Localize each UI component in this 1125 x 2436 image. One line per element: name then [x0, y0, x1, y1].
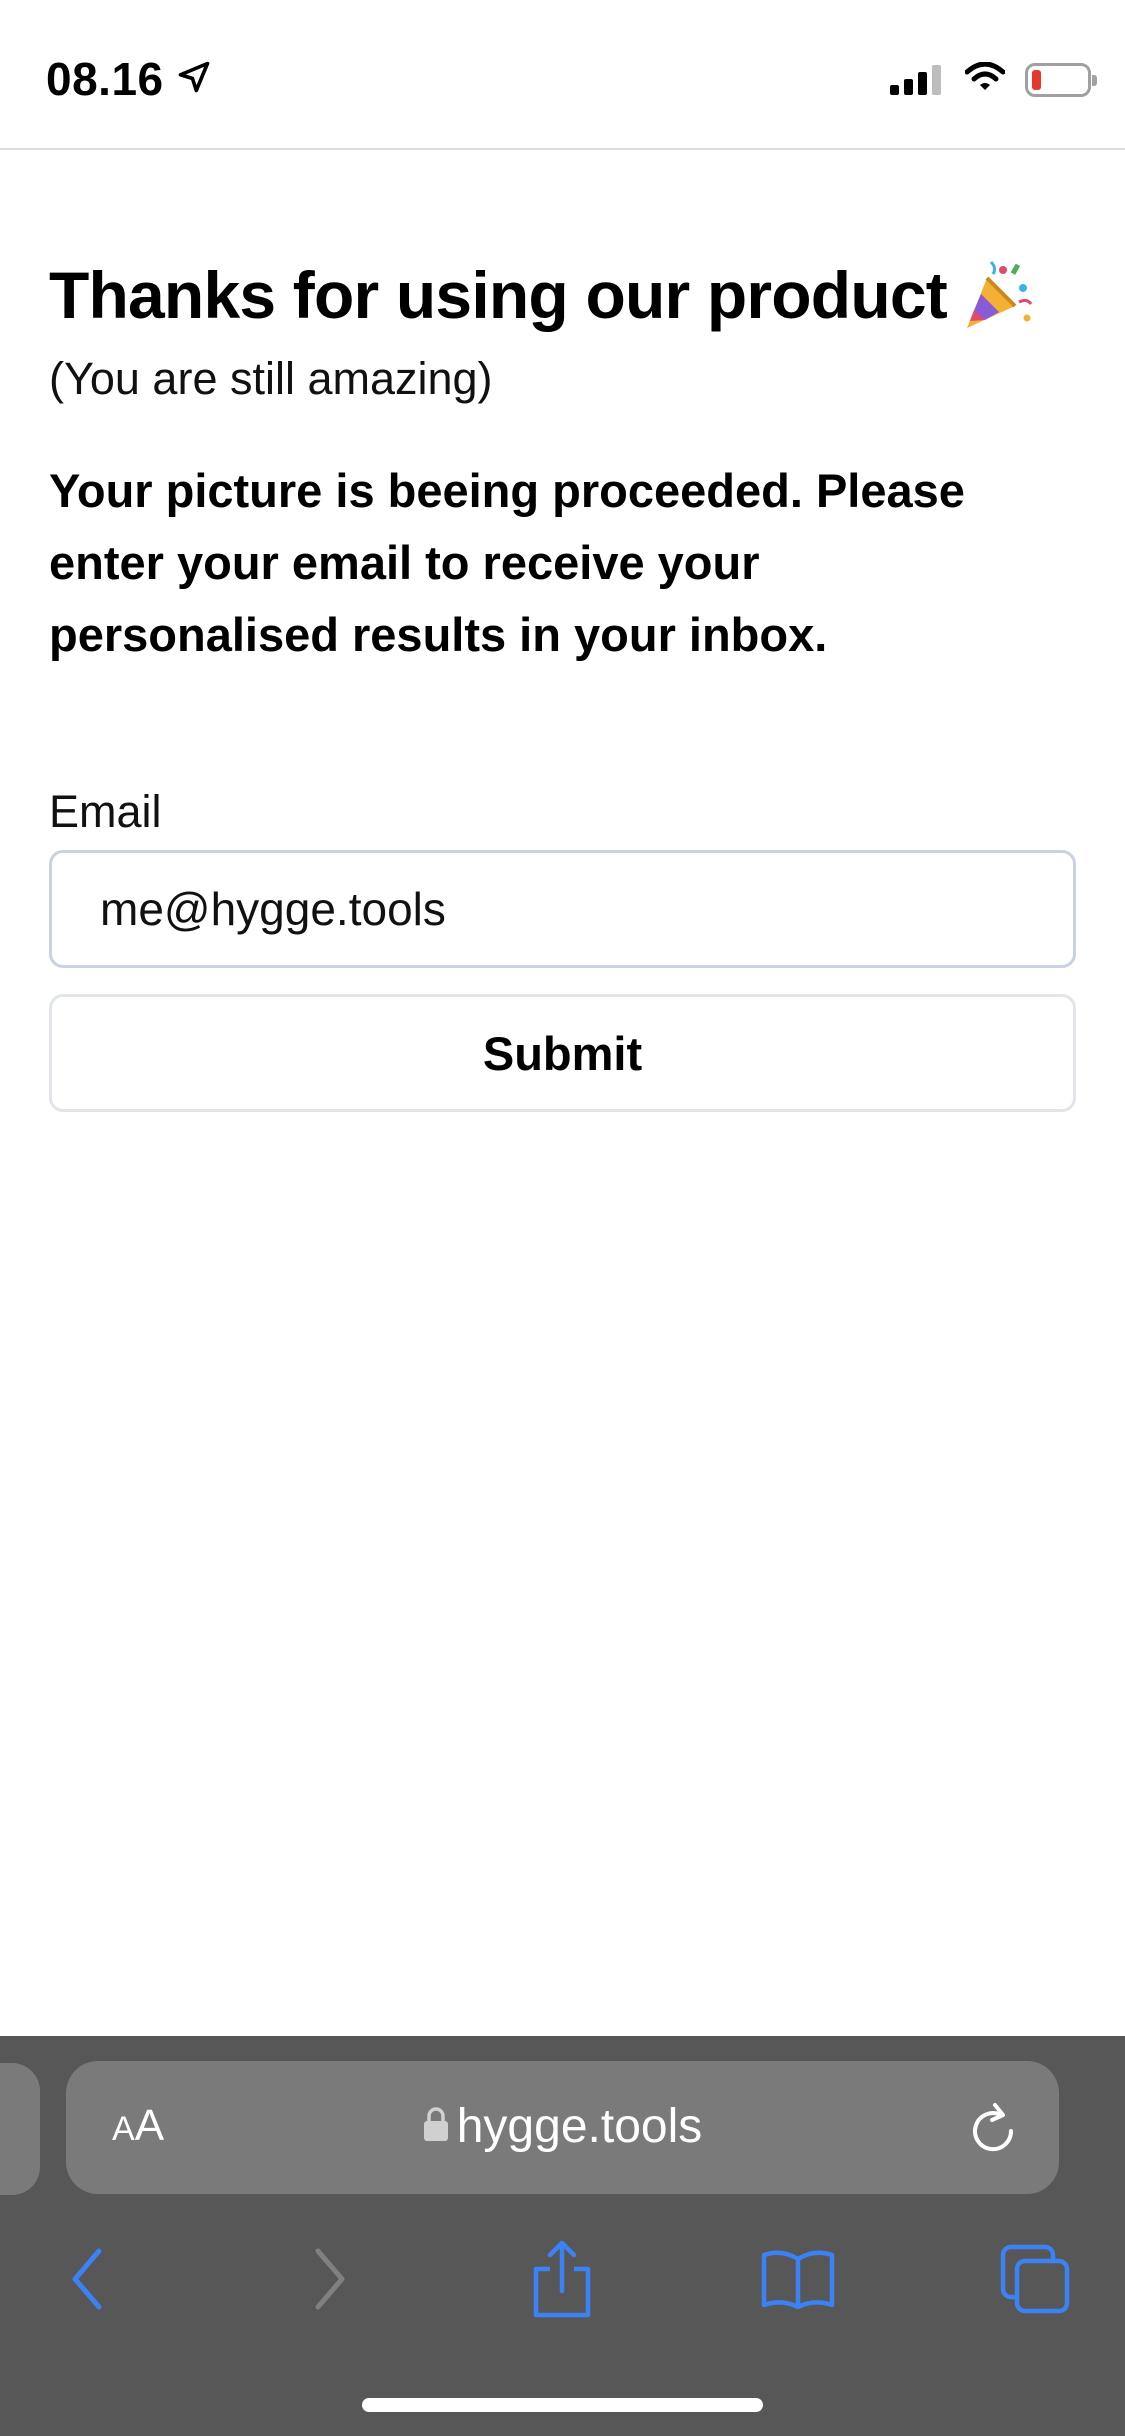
url-text: hygge.tools	[456, 2100, 703, 2153]
email-field[interactable]	[49, 850, 1076, 968]
battery-level	[1032, 69, 1041, 90]
status-time: 08.16	[46, 52, 212, 106]
url-display[interactable]: hygge.tools	[66, 2099, 1059, 2154]
status-time-text: 08.16	[46, 53, 164, 105]
wifi-icon	[964, 61, 1006, 97]
page-title-text: Thanks for using our product	[49, 258, 948, 332]
status-icons	[890, 61, 1097, 97]
bookmarks-icon[interactable]	[753, 2234, 843, 2324]
home-indicator[interactable]	[362, 2398, 763, 2412]
email-label: Email	[49, 786, 162, 837]
location-arrow-icon	[176, 52, 212, 106]
instruction-message: Your picture is beeing proceeded. Please…	[49, 464, 965, 661]
main-content: Thanks for using our product (You are st…	[49, 255, 1077, 671]
status-bar: 08.16	[0, 0, 1125, 150]
address-bar[interactable]: AA hygge.tools	[66, 2061, 1059, 2194]
party-popper-icon	[961, 258, 1035, 332]
forward-icon[interactable]	[285, 2234, 375, 2324]
page-subtitle: (You are still amazing)	[49, 353, 493, 404]
battery-low-icon	[1025, 62, 1097, 97]
tabs-icon[interactable]	[990, 2234, 1080, 2324]
browser-nav-row	[0, 2234, 1125, 2344]
submit-button[interactable]: Submit	[49, 994, 1076, 1112]
lock-icon	[423, 2099, 449, 2154]
share-icon[interactable]	[517, 2234, 607, 2324]
cellular-signal-icon	[890, 64, 941, 95]
browser-toolbar: AA hygge.tools	[0, 2036, 1125, 2436]
back-icon[interactable]	[42, 2234, 132, 2324]
previous-tab-preview[interactable]	[0, 2063, 40, 2195]
reload-icon[interactable]	[967, 2099, 1019, 2160]
page-title: Thanks for using our product	[49, 255, 1077, 335]
